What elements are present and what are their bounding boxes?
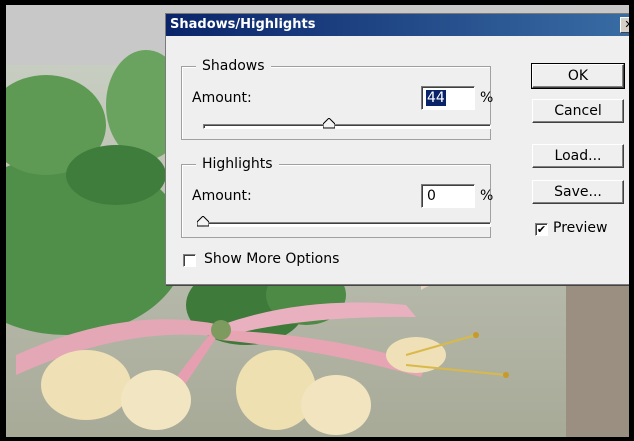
- shadows-group-label: Shadows: [196, 58, 271, 74]
- save-button[interactable]: Save...: [532, 180, 624, 204]
- shadows-group: Shadows Amount: 44 %: [181, 58, 494, 140]
- shadows-slider-thumb[interactable]: [322, 118, 335, 129]
- dialog-title: Shadows/Highlights: [170, 17, 316, 32]
- ok-button[interactable]: OK: [531, 63, 625, 89]
- highlights-slider-thumb[interactable]: [197, 216, 209, 227]
- show-more-options-label[interactable]: Show More Options: [204, 251, 339, 267]
- screenshot-frame: Shadows/Highlights ✕ Shadows Amount: 44 …: [6, 5, 629, 437]
- highlights-amount-value: 0: [427, 188, 436, 204]
- shadows-highlights-dialog: Shadows/Highlights ✕ Shadows Amount: 44 …: [165, 13, 629, 285]
- cancel-button[interactable]: Cancel: [532, 99, 624, 123]
- shadows-percent-label: %: [480, 90, 494, 106]
- highlights-percent-label: %: [480, 188, 494, 204]
- shadows-amount-label: Amount:: [192, 90, 252, 106]
- highlights-group-label: Highlights: [196, 156, 279, 172]
- load-button[interactable]: Load...: [532, 144, 624, 168]
- highlights-amount-input[interactable]: 0: [421, 184, 475, 208]
- preview-label[interactable]: Preview: [553, 220, 608, 236]
- shadows-amount-slider[interactable]: [203, 124, 491, 129]
- show-more-options-checkbox[interactable]: [183, 254, 196, 267]
- shadows-amount-input[interactable]: 44: [421, 86, 475, 110]
- title-bar[interactable]: Shadows/Highlights ✕: [166, 14, 629, 36]
- close-button[interactable]: ✕: [620, 17, 629, 33]
- preview-checkbox[interactable]: ✔: [535, 223, 548, 236]
- check-icon: ✔: [536, 223, 547, 236]
- highlights-group: Highlights Amount: 0 %: [181, 156, 494, 238]
- highlights-amount-slider[interactable]: [203, 222, 491, 227]
- highlights-amount-label: Amount:: [192, 188, 252, 204]
- close-icon: ✕: [624, 18, 629, 31]
- shadows-amount-value: 44: [426, 90, 446, 106]
